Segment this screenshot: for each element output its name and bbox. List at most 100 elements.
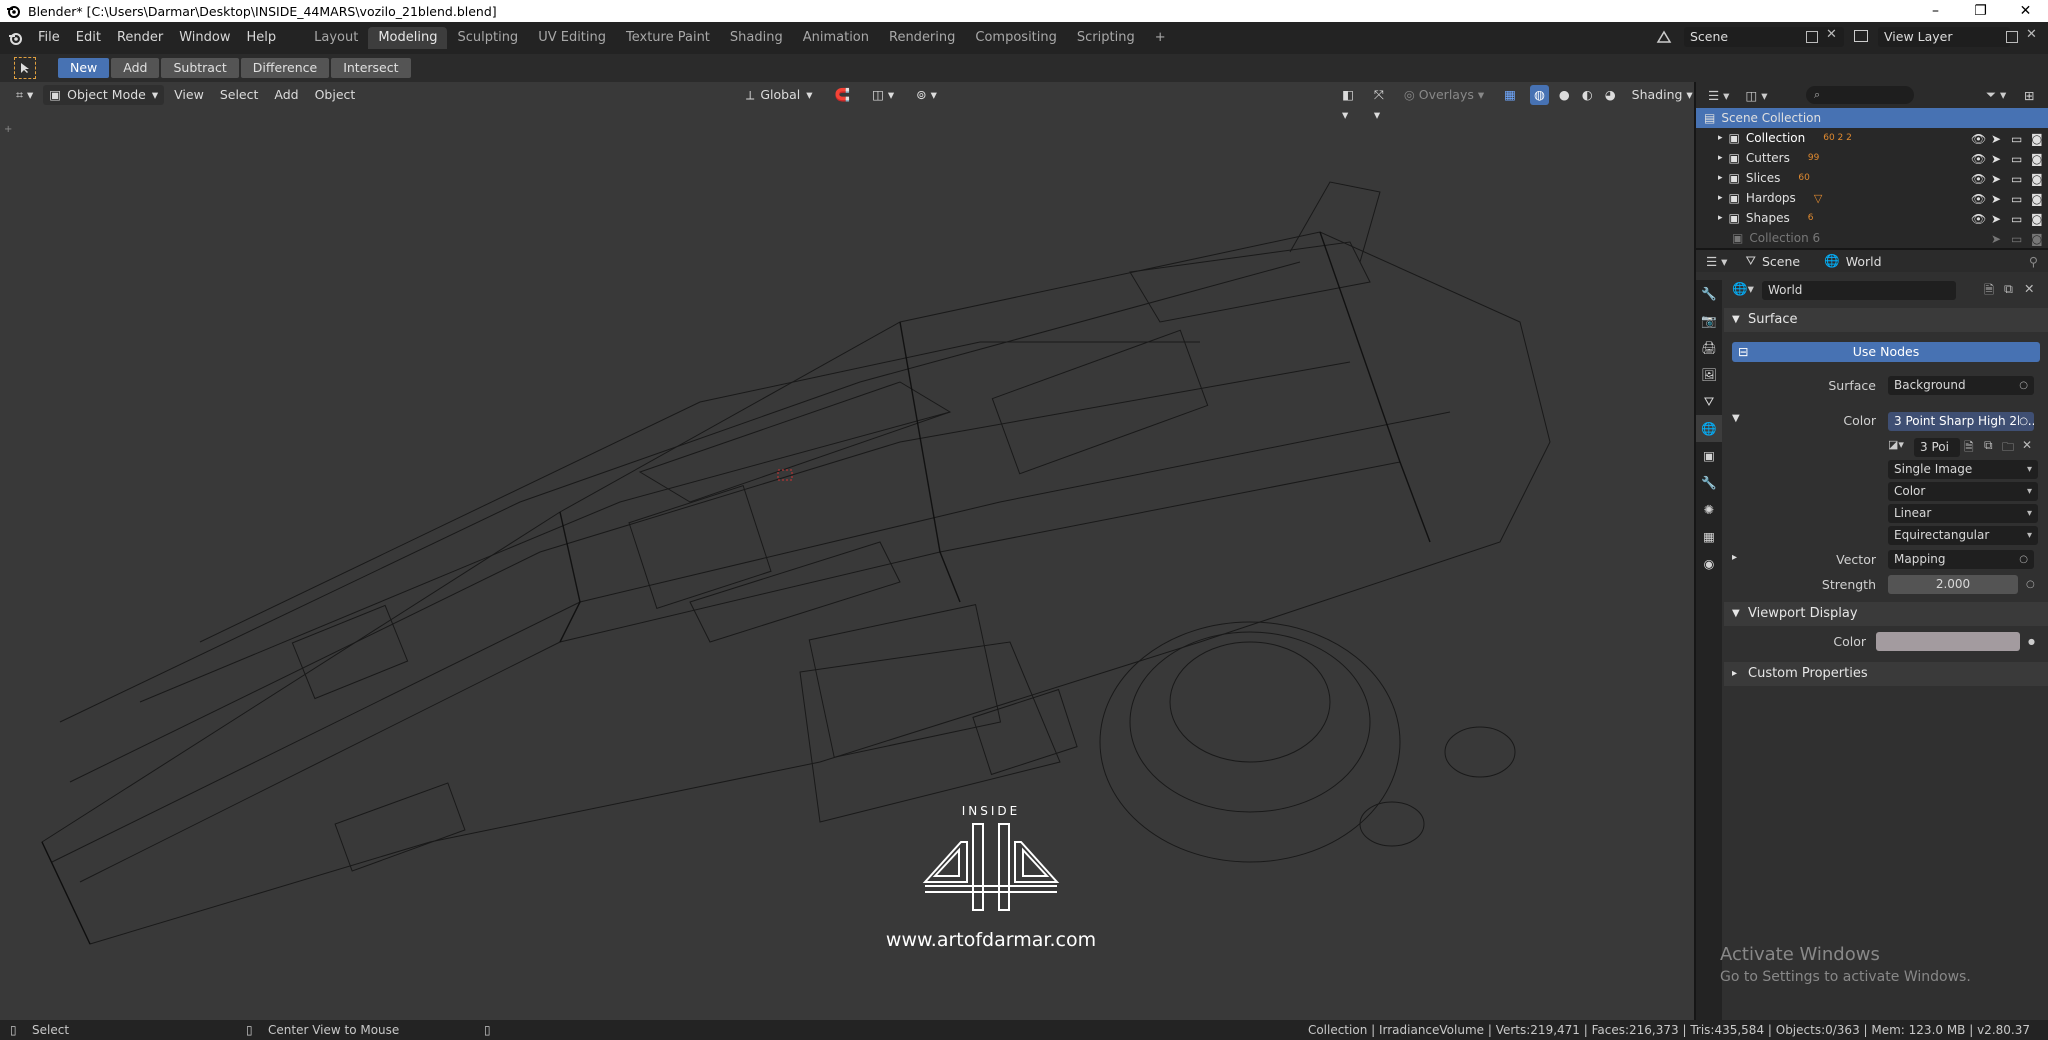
select-arrow-icon[interactable]: ➤ <box>1991 152 2004 166</box>
new-collection-icon[interactable]: ⊞ <box>2024 88 2034 103</box>
expand-arrow-icon[interactable]: ▸ <box>1718 193 1723 203</box>
tab-shading[interactable]: Shading <box>720 27 793 49</box>
minimize-button[interactable]: – <box>1913 0 1958 22</box>
tab-rendering[interactable]: Rendering <box>879 27 965 49</box>
pin-icon[interactable]: ⚲ <box>2029 254 2038 269</box>
close-window-button[interactable]: ✕ <box>2003 0 2048 22</box>
world-name-field[interactable]: World <box>1762 281 1956 300</box>
monitor-icon[interactable]: ▭ <box>2011 192 2024 206</box>
bool-difference-button[interactable]: Difference <box>240 58 330 78</box>
select-arrow-icon[interactable]: ➤ <box>1991 132 2004 146</box>
projection-dropdown[interactable]: Equirectangular ▾ <box>1888 526 2038 545</box>
maximize-button[interactable]: ❐ <box>1958 0 2003 22</box>
scene-tab-icon[interactable]: ⛛ <box>1696 388 1722 415</box>
menu-render[interactable]: Render <box>109 28 171 48</box>
camera-icon[interactable]: ◙ <box>2031 232 2044 246</box>
monitor-icon[interactable]: ▭ <box>2011 212 2024 226</box>
viewport-toolbar-toggle[interactable]: + <box>4 124 12 135</box>
object-tab-icon[interactable]: ▣ <box>1696 442 1722 469</box>
outliner-scene-collection[interactable]: ▤ Scene Collection <box>1696 108 2048 128</box>
monitor-icon[interactable]: ▭ <box>2011 172 2024 186</box>
interpolation-dropdown[interactable]: Linear ▾ <box>1888 504 2038 523</box>
image-source-dropdown[interactable]: Single Image ▾ <box>1888 460 2038 479</box>
world-type-icon[interactable]: 🌐▾ <box>1732 281 1754 297</box>
view-layer-tab-icon[interactable]: 🖼 <box>1696 361 1722 388</box>
unlink-world-icon[interactable]: ✕ <box>2024 281 2034 296</box>
eye-icon[interactable]: 👁 <box>1971 212 1986 226</box>
bool-subtract-button[interactable]: Subtract <box>161 58 239 78</box>
outliner-item-shapes[interactable]: ▸ ▣ Shapes 6 👁 ➤ ▭ ◙ <box>1696 208 2048 228</box>
menu-file[interactable]: File <box>30 28 68 48</box>
image-name-field[interactable]: 3 Poi <box>1914 438 1960 457</box>
expand-arrow-icon[interactable]: ▸ <box>1718 213 1723 223</box>
tab-compositing[interactable]: Compositing <box>965 27 1067 49</box>
color-texture-field[interactable]: 3 Point Sharp High 2k... ○ <box>1888 412 2034 431</box>
menu-edit[interactable]: Edit <box>68 28 109 48</box>
color-expand-arrow-icon[interactable]: ▼ <box>1732 413 1740 424</box>
open-folder-icon[interactable]: 🗀 <box>2002 438 2014 459</box>
bool-new-button[interactable]: New <box>58 58 110 78</box>
select-arrow-icon[interactable]: ➤ <box>1991 232 2004 246</box>
eye-icon[interactable]: 👁 <box>1971 152 1986 166</box>
crumb-scene[interactable]: Scene <box>1762 254 1800 269</box>
select-arrow-icon[interactable]: ➤ <box>1991 192 2004 206</box>
3d-viewport[interactable]: ⌗ ▾ ▣ Object Mode ▾ View Select Add Obje… <box>0 82 1694 1020</box>
camera-icon[interactable]: ◙ <box>2031 152 2044 166</box>
scene-icon[interactable] <box>1656 30 1672 44</box>
view-layer-selector[interactable]: View Layer <box>1878 27 2010 47</box>
world-tab-icon[interactable]: 🌐 <box>1696 415 1722 442</box>
vector-input-field[interactable]: Mapping ○ <box>1888 550 2034 569</box>
monitor-icon[interactable]: ▭ <box>2011 152 2024 166</box>
surface-shader-field[interactable]: Background ○ <box>1888 376 2034 395</box>
new-view-layer-icon[interactable] <box>2006 31 2018 43</box>
outliner-editor-icon[interactable]: ☰ ▾ <box>1708 88 1729 103</box>
expand-arrow-icon[interactable]: ▸ <box>1718 173 1723 183</box>
outliner-item-collection-6[interactable]: ▣ Collection 6 ➤ ▭ ◙ <box>1696 228 2048 248</box>
strength-slider[interactable]: 2.000 <box>1888 575 2018 594</box>
unlink-image-icon[interactable]: ✕ <box>2022 438 2032 452</box>
filter-icon[interactable]: ⏷ ▾ <box>1986 87 2006 103</box>
fake-user-icon[interactable]: 🗎 <box>1964 438 1974 459</box>
monitor-icon[interactable]: ▭ <box>2011 132 2024 146</box>
select-arrow-icon[interactable]: ➤ <box>1991 172 2004 186</box>
outliner-item-hardops[interactable]: ▸ ▣ Hardops ▽ 👁 ➤ ▭ ◙ <box>1696 188 2048 208</box>
tab-scripting[interactable]: Scripting <box>1067 27 1145 49</box>
select-arrow-icon[interactable]: ➤ <box>1991 212 2004 226</box>
bool-intersect-button[interactable]: Intersect <box>331 58 411 78</box>
use-nodes-button[interactable]: ⊟ Use Nodes <box>1732 342 2040 362</box>
new-world-icon[interactable]: ⧉ <box>2004 281 2013 297</box>
eye-icon[interactable]: 👁 <box>1971 192 1986 206</box>
tab-animation[interactable]: Animation <box>793 27 879 49</box>
crumb-world[interactable]: World <box>1846 254 1882 269</box>
camera-icon[interactable]: ◙ <box>2031 212 2044 226</box>
viewport-display-panel-header[interactable]: ▼ Viewport Display <box>1724 602 2048 626</box>
outliner-item-collection[interactable]: ▸ ▣ Collection 60 2 2 👁 ➤ ▭ ◙ <box>1696 128 2048 148</box>
render-tab-icon[interactable]: 📷 <box>1696 307 1722 334</box>
physics-tab-icon[interactable]: ◉ <box>1696 550 1722 577</box>
delete-view-layer-icon[interactable]: ✕ <box>2026 27 2037 42</box>
vector-expand-arrow-icon[interactable]: ▸ <box>1732 552 1737 563</box>
tab-uv-editing[interactable]: UV Editing <box>528 27 616 49</box>
custom-properties-panel-header[interactable]: ▸ Custom Properties <box>1724 662 2048 686</box>
menu-window[interactable]: Window <box>171 28 238 48</box>
new-scene-icon[interactable] <box>1806 31 1818 43</box>
outliner-item-cutters[interactable]: ▸ ▣ Cutters 99 👁 ➤ ▭ ◙ <box>1696 148 2048 168</box>
new-image-icon[interactable]: ⧉ <box>1984 438 1993 453</box>
output-tab-icon[interactable]: 🖨 <box>1696 334 1722 361</box>
delete-scene-icon[interactable]: ✕ <box>1826 27 1837 42</box>
tab-texture-paint[interactable]: Texture Paint <box>616 27 720 49</box>
modifier-tab-icon[interactable]: 🔧 <box>1696 469 1722 496</box>
surface-panel-header[interactable]: ▼ Surface <box>1724 308 2048 332</box>
tab-sculpting[interactable]: Sculpting <box>447 27 528 49</box>
outliner-item-slices[interactable]: ▸ ▣ Slices 60 👁 ➤ ▭ ◙ <box>1696 168 2048 188</box>
blender-menu-icon[interactable] <box>0 30 30 46</box>
properties-editor-icon[interactable]: ☰ ▾ <box>1706 254 1727 269</box>
add-workspace-button[interactable]: + <box>1145 27 1176 49</box>
expand-arrow-icon[interactable]: ▸ <box>1718 153 1723 163</box>
texture-tab-icon[interactable]: ▦ <box>1696 523 1722 550</box>
expand-arrow-icon[interactable]: ▸ <box>1718 133 1723 143</box>
image-browse-icon[interactable]: ◪▾ <box>1888 438 1910 456</box>
monitor-icon[interactable]: ▭ <box>2011 232 2024 246</box>
display-mode-icon[interactable]: ◫ ▾ <box>1745 88 1767 103</box>
select-tool-icon[interactable] <box>14 57 36 79</box>
